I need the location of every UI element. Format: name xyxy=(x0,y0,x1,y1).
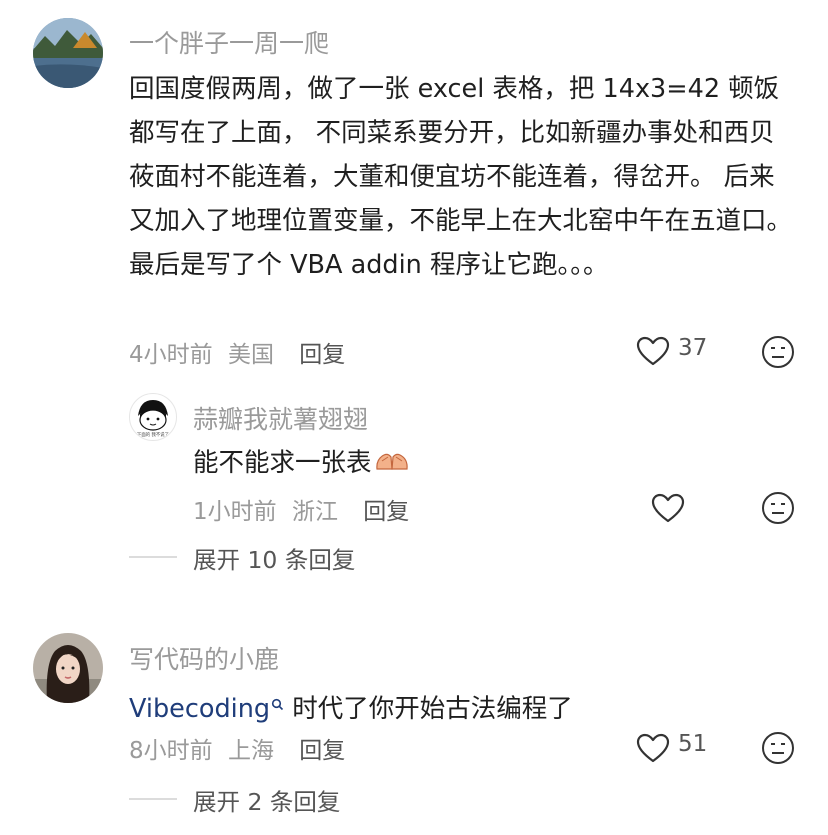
search-icon xyxy=(271,683,284,723)
comment-time: 8小时前 xyxy=(129,738,213,764)
reply-avatar[interactable]: 下面的 我不说了 xyxy=(129,393,177,441)
comment-meta: 8小时前 上海 回复 xyxy=(129,731,345,765)
reply-button[interactable]: 回复 xyxy=(299,738,345,764)
comment-text: 回国度假两周，做了一张 excel 表格，把 14x3=42 顿饭都写在了上面，… xyxy=(129,74,793,280)
avatar[interactable] xyxy=(33,18,103,88)
reply-reply-button[interactable]: 回复 xyxy=(363,499,409,525)
comment-meta: 4小时前 美国 回复 xyxy=(129,335,345,369)
cartoon-face: 下面的 我不说了 xyxy=(137,400,169,438)
comment-location: 美国 xyxy=(227,342,274,368)
heart-icon[interactable] xyxy=(636,733,670,763)
dislike-face-icon[interactable] xyxy=(761,491,795,525)
avatar-caption: 下面的 我不说了 xyxy=(137,431,169,438)
pleading-hands-emoji-icon xyxy=(374,447,410,487)
expand-replies-button[interactable]: 展开 10 条回复 xyxy=(193,541,355,575)
comment-time: 4小时前 xyxy=(129,342,213,368)
comment-text-line: Vibecoding 时代了你开始古法编程了 xyxy=(129,683,573,729)
landscape-photo xyxy=(33,18,103,88)
reply-meta: 1小时前 浙江 回复 xyxy=(193,492,409,526)
reply-text-line: 能不能求一张表 xyxy=(193,443,410,487)
heart-icon[interactable] xyxy=(636,336,670,366)
topic-link[interactable]: Vibecoding xyxy=(129,694,270,724)
reply-button[interactable]: 回复 xyxy=(299,342,345,368)
comment-text: 时代了你开始古法编程了 xyxy=(284,694,573,724)
expand-replies-button[interactable]: 展开 2 条回复 xyxy=(193,783,340,817)
like-count: 37 xyxy=(678,335,708,361)
dislike-face-icon[interactable] xyxy=(761,335,795,369)
heart-icon[interactable] xyxy=(651,493,685,523)
comment-location: 上海 xyxy=(227,738,274,764)
expand-divider xyxy=(129,798,177,800)
portrait-photo xyxy=(33,633,103,703)
comment-username[interactable]: 写代码的小鹿 xyxy=(129,640,279,676)
dislike-face-icon[interactable] xyxy=(761,731,795,765)
reply-time: 1小时前 xyxy=(193,499,277,525)
reply-text: 能不能求一张表 xyxy=(193,448,372,478)
avatar[interactable] xyxy=(33,633,103,703)
reply-location: 浙江 xyxy=(291,499,338,525)
reply-username[interactable]: 蒜瓣我就薯翅翅 xyxy=(193,400,368,436)
like-count: 51 xyxy=(678,731,708,757)
comment-username[interactable]: 一个胖子一周一爬 xyxy=(129,24,329,60)
expand-divider xyxy=(129,556,177,558)
